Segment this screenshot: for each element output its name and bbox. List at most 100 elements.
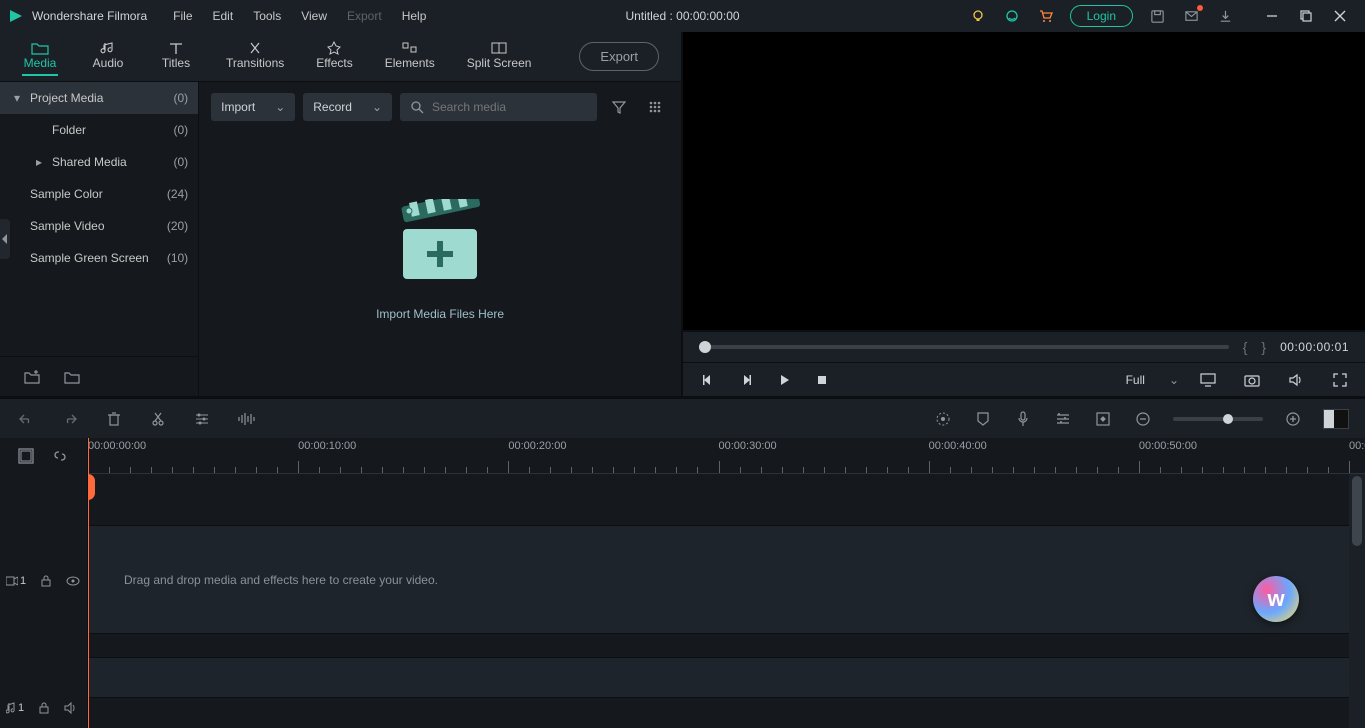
sidebar-item-count: (20)	[167, 219, 188, 233]
snapshot-icon[interactable]	[1237, 368, 1267, 392]
save-icon[interactable]	[1147, 6, 1167, 26]
timeline-ruler[interactable]: 00:00:00:0000:00:10:0000:00:20:0000:00:3…	[88, 438, 1365, 474]
grid-view-icon[interactable]	[641, 93, 669, 121]
lock-icon[interactable]	[40, 575, 52, 587]
title-bar: Wondershare Filmora File Edit Tools View…	[0, 0, 1365, 32]
step-back-button[interactable]	[693, 368, 723, 392]
support-icon[interactable]	[1002, 6, 1022, 26]
login-button[interactable]: Login	[1070, 5, 1133, 27]
sidebar-collapse-handle[interactable]	[0, 219, 10, 259]
playhead[interactable]	[88, 438, 89, 728]
tab-split-screen[interactable]: Split Screen	[451, 35, 548, 79]
marker-shield-icon[interactable]	[973, 409, 993, 429]
mark-in-button[interactable]: {	[1243, 339, 1248, 355]
sidebar-item[interactable]: ▸Shared Media(0)	[0, 146, 198, 178]
split-screen-icon	[490, 41, 508, 55]
zoom-in-icon[interactable]	[1283, 409, 1303, 429]
sidebar-item[interactable]: Sample Green Screen(10)	[0, 242, 198, 274]
effects-icon	[325, 41, 343, 55]
menu-tools[interactable]: Tools	[243, 0, 291, 32]
sidebar-item-label: Sample Green Screen	[30, 251, 167, 265]
filter-icon[interactable]	[605, 93, 633, 121]
waveform-icon[interactable]	[236, 409, 256, 429]
assistant-badge[interactable]: w	[1253, 576, 1299, 622]
timeline-hint: Drag and drop media and effects here to …	[124, 573, 438, 587]
volume-icon[interactable]	[1281, 368, 1311, 392]
record-dropdown[interactable]: Record⌄	[303, 93, 392, 121]
fullscreen-icon[interactable]	[1325, 368, 1355, 392]
menu-help[interactable]: Help	[392, 0, 437, 32]
display-icon[interactable]	[1193, 368, 1223, 392]
mark-out-button[interactable]: }	[1261, 339, 1266, 355]
media-search-input[interactable]	[432, 100, 587, 114]
document-title: Untitled : 00:00:00:00	[625, 9, 739, 23]
music-icon	[99, 41, 117, 55]
tab-audio[interactable]: Audio	[74, 35, 142, 79]
voiceover-icon[interactable]	[1013, 409, 1033, 429]
step-forward-button[interactable]	[731, 368, 761, 392]
tab-effects[interactable]: Effects	[300, 35, 368, 79]
new-folder-icon[interactable]	[24, 370, 40, 384]
window-maximize-button[interactable]	[1289, 0, 1323, 32]
playhead-handle[interactable]	[88, 474, 95, 500]
clapperboard-icon	[395, 199, 485, 287]
keyframe-icon[interactable]	[1093, 409, 1113, 429]
tab-media[interactable]: Media	[6, 35, 74, 79]
delete-icon[interactable]	[104, 409, 124, 429]
folder-open-icon[interactable]	[64, 370, 80, 384]
search-icon	[410, 100, 424, 114]
tab-elements[interactable]: Elements	[369, 35, 451, 79]
zoom-slider[interactable]	[1173, 417, 1263, 421]
idea-icon[interactable]	[968, 6, 988, 26]
menu-view[interactable]: View	[291, 0, 337, 32]
timeline-scrollbar-thumb[interactable]	[1352, 476, 1362, 546]
app-logo-icon	[8, 8, 24, 24]
play-button[interactable]	[769, 368, 799, 392]
stop-button[interactable]	[807, 368, 837, 392]
window-close-button[interactable]	[1323, 0, 1357, 32]
folder-icon	[31, 41, 49, 55]
timeline-layout-toggle[interactable]	[1323, 409, 1349, 429]
preview-scrubber-handle[interactable]	[699, 341, 711, 353]
timeline-scrollbar[interactable]	[1349, 474, 1365, 728]
import-dropdown[interactable]: Import⌄	[211, 93, 295, 121]
lock-icon[interactable]	[38, 702, 50, 714]
preview-canvas[interactable]	[683, 32, 1365, 330]
render-icon[interactable]	[933, 409, 953, 429]
timeline-body[interactable]: 00:00:00:0000:00:10:0000:00:20:0000:00:3…	[88, 438, 1365, 728]
zoom-slider-handle[interactable]	[1223, 414, 1233, 424]
sidebar-item[interactable]: Sample Color(24)	[0, 178, 198, 210]
zoom-out-icon[interactable]	[1133, 409, 1153, 429]
audio-track[interactable]	[88, 658, 1365, 698]
cart-icon[interactable]	[1036, 6, 1056, 26]
track-manager-icon[interactable]	[18, 448, 34, 464]
audio-mixer-icon[interactable]	[1053, 409, 1073, 429]
export-button[interactable]: Export	[579, 42, 659, 71]
sidebar-item[interactable]: ▾Project Media(0)	[0, 82, 198, 114]
download-icon[interactable]	[1215, 6, 1235, 26]
preview-scrubber[interactable]	[699, 345, 1229, 349]
menu-edit[interactable]: Edit	[203, 0, 244, 32]
media-drop-zone[interactable]: Import Media Files Here	[199, 124, 681, 396]
speaker-icon[interactable]	[64, 702, 78, 714]
eye-icon[interactable]	[66, 576, 80, 586]
import-label: Import	[221, 100, 255, 114]
sidebar-item[interactable]: Sample Video(20)	[0, 210, 198, 242]
undo-icon[interactable]	[16, 409, 36, 429]
menu-file[interactable]: File	[163, 0, 202, 32]
split-icon[interactable]	[148, 409, 168, 429]
window-minimize-button[interactable]	[1255, 0, 1289, 32]
adjust-icon[interactable]	[192, 409, 212, 429]
link-icon[interactable]	[52, 448, 68, 464]
preview-quality-dropdown[interactable]: Full⌄	[1126, 370, 1179, 390]
tab-transitions[interactable]: Transitions	[210, 35, 300, 79]
redo-icon[interactable]	[60, 409, 80, 429]
tab-titles[interactable]: Titles	[142, 35, 210, 79]
video-track[interactable]: Drag and drop media and effects here to …	[88, 526, 1365, 634]
preview-panel: { } 00:00:00:01 Full⌄	[683, 32, 1365, 396]
ruler-label: 00:00:00:00	[88, 440, 146, 452]
message-icon[interactable]	[1181, 6, 1201, 26]
media-search-box[interactable]	[400, 93, 597, 121]
sidebar-item[interactable]: Folder(0)	[0, 114, 198, 146]
sidebar-item-label: Project Media	[30, 91, 174, 105]
